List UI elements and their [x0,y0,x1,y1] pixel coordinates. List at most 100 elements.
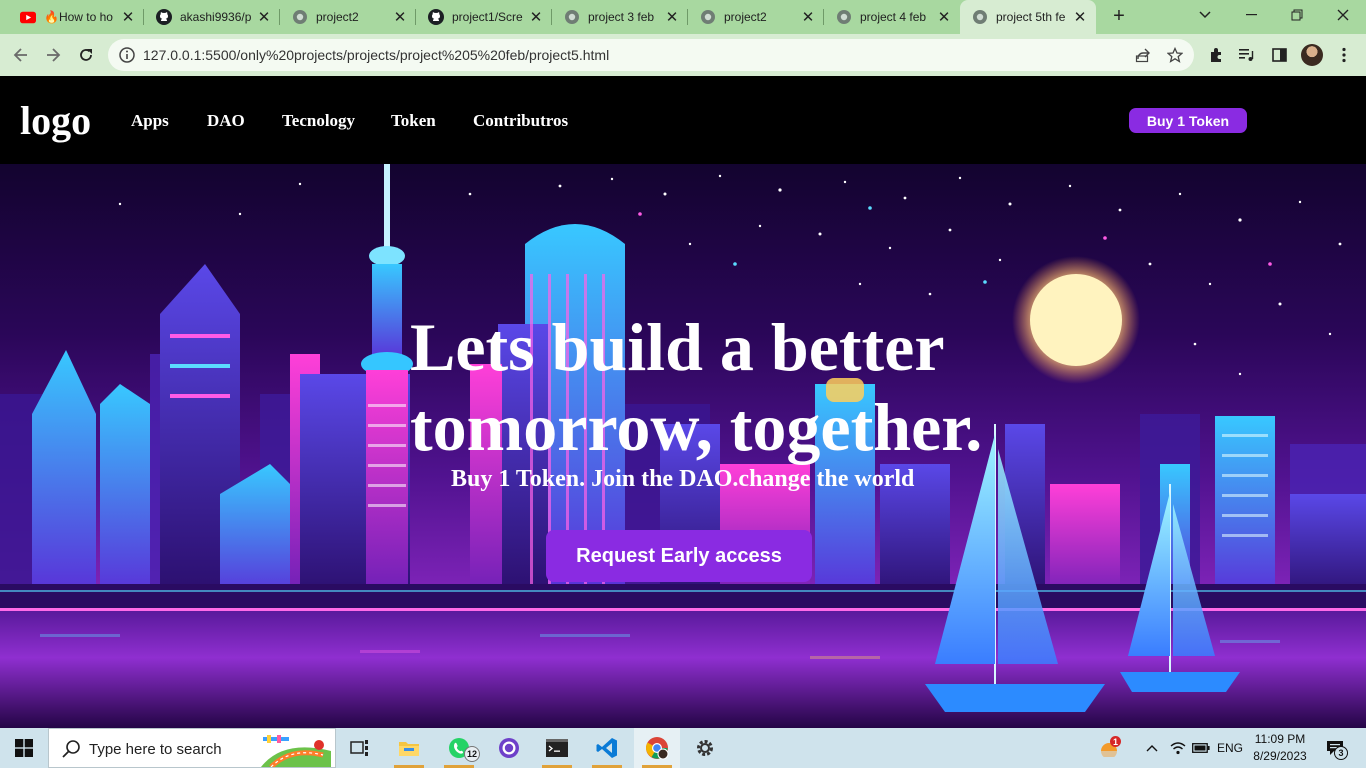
wifi-icon[interactable] [1168,728,1188,768]
tab-title: project 3 feb [588,10,655,24]
url-text: 127.0.0.1:5500/only%20projects/projects/… [143,47,610,63]
taskbar-search-box[interactable]: Type here to search [48,728,336,768]
github-icon [156,9,172,25]
globe-icon [292,9,308,25]
globe-icon [564,9,580,25]
folder-icon [399,742,419,756]
close-tab-icon[interactable]: ✕ [392,9,408,26]
gear-icon [697,740,713,756]
reload-button[interactable] [73,42,99,68]
browser-toolbar: 127.0.0.1:5500/only%20projects/projects/… [0,34,1366,76]
clock-date: 8/29/2023 [1253,749,1307,763]
share-icon[interactable] [1134,46,1152,64]
search-icon [62,740,80,758]
show-hidden-icons-chevron-icon[interactable] [1142,728,1162,768]
web-page: logo Apps DAO Tecnology Token Contributr… [0,77,1366,728]
notifications-button[interactable]: 3 [1320,728,1350,768]
media-queue-icon[interactable] [1236,44,1258,66]
tab-title: How to ho [58,10,113,24]
site-info-icon[interactable] [118,46,136,64]
side-panel-icon[interactable] [1268,44,1290,66]
close-tab-icon[interactable]: ✕ [256,9,272,26]
globe-icon [700,9,716,25]
system-clock[interactable]: 11:09 PM 8/29/2023 [1250,731,1310,765]
task-view-icon [350,740,368,756]
chrome-button[interactable] [634,728,680,768]
back-button[interactable] [8,42,34,68]
search-placeholder: Type here to search [89,741,222,758]
task-view-button[interactable] [337,728,383,768]
tab-title: project2 [724,10,767,24]
github-desktop-icon [499,738,519,758]
request-early-access-button[interactable]: Request Early access [546,530,812,582]
buy-token-button[interactable]: Buy 1 Token [1129,108,1247,133]
tab-project5-active[interactable]: project 5th fe ✕ [960,0,1096,34]
hero-title-line-2: tomorrow, together. [410,389,983,465]
file-explorer-button[interactable] [386,728,432,768]
site-logo[interactable]: logo [20,97,91,144]
bookmark-star-icon[interactable] [1166,46,1184,64]
close-window-button[interactable] [1320,0,1366,30]
profile-avatar[interactable] [1301,44,1323,66]
hero-section: Lets build a better tomorrow, together. … [0,164,1366,728]
tab-search-chevron-icon[interactable] [1182,0,1228,30]
menu-kebab-icon[interactable] [1333,44,1355,66]
tab-youtube[interactable]: 🔥How to ho ✕ [8,0,144,34]
input-language[interactable]: ENG [1214,728,1246,768]
youtube-icon [20,9,36,25]
fire-emoji: 🔥 [44,10,59,24]
tab-project2[interactable]: project2 ✕ [280,0,416,34]
tab-title: akashi9936/p [180,10,252,24]
whatsapp-unread-badge: 12 [464,746,480,762]
nav-link-contributros[interactable]: Contributros [473,111,568,131]
close-tab-icon[interactable]: ✕ [528,9,544,26]
close-tab-icon[interactable]: ✕ [1072,9,1088,26]
restore-button[interactable] [1274,0,1320,30]
site-navbar: logo Apps DAO Tecnology Token Contributr… [0,77,1366,164]
clock-time: 11:09 PM [1254,732,1306,746]
minimize-button[interactable] [1228,0,1274,30]
terminal-icon [546,739,568,757]
tab-project2-b[interactable]: project2 ✕ [688,0,824,34]
vscode-icon [596,738,617,758]
whatsapp-button[interactable]: 12 [436,728,482,768]
tab-project4[interactable]: project 4 feb ✕ [824,0,960,34]
tab-title: project 4 feb [860,10,927,24]
globe-icon [836,9,852,25]
notification-count-badge: 3 [1334,746,1348,760]
battery-icon[interactable] [1190,728,1212,768]
weather-alert-badge: 1 [1110,736,1121,747]
globe-icon [972,9,988,25]
close-tab-icon[interactable]: ✕ [120,9,136,26]
vscode-button[interactable] [584,728,630,768]
extensions-puzzle-icon[interactable] [1205,44,1227,66]
tab-github-akashi[interactable]: akashi9936/p ✕ [144,0,280,34]
start-button[interactable] [0,728,48,768]
close-tab-icon[interactable]: ✕ [800,9,816,26]
nav-link-dao[interactable]: DAO [207,111,245,131]
weather-widget[interactable]: 1 [1094,728,1124,768]
search-highlight-art-icon [261,735,331,767]
new-tab-button[interactable]: + [1108,6,1130,28]
hero-title: Lets build a better tomorrow, together. [410,307,1050,467]
terminal-button[interactable] [534,728,580,768]
github-desktop-button[interactable] [486,728,532,768]
tab-project3[interactable]: project 3 feb ✕ [552,0,688,34]
tab-title: project1/Scre [452,10,523,24]
nav-link-token[interactable]: Token [391,111,436,131]
settings-button[interactable] [682,728,728,768]
browser-tab-strip: 🔥How to ho ✕ akashi9936/p ✕ project2 ✕ p… [0,0,1366,34]
forward-button[interactable] [40,42,66,68]
hero-subtitle: Buy 1 Token. Join the DAO.change the wor… [451,466,915,492]
tab-title: project2 [316,10,359,24]
windows-logo-icon [15,739,33,757]
close-tab-icon[interactable]: ✕ [664,9,680,26]
address-bar[interactable]: 127.0.0.1:5500/only%20projects/projects/… [108,39,1194,71]
tab-github-project1[interactable]: project1/Scre ✕ [416,0,552,34]
github-icon [428,9,444,25]
chrome-icon [646,737,669,760]
hero-title-line-1: Lets build a better [410,309,945,385]
nav-link-tecnology[interactable]: Tecnology [282,111,355,131]
close-tab-icon[interactable]: ✕ [936,9,952,26]
nav-link-apps[interactable]: Apps [131,111,169,131]
